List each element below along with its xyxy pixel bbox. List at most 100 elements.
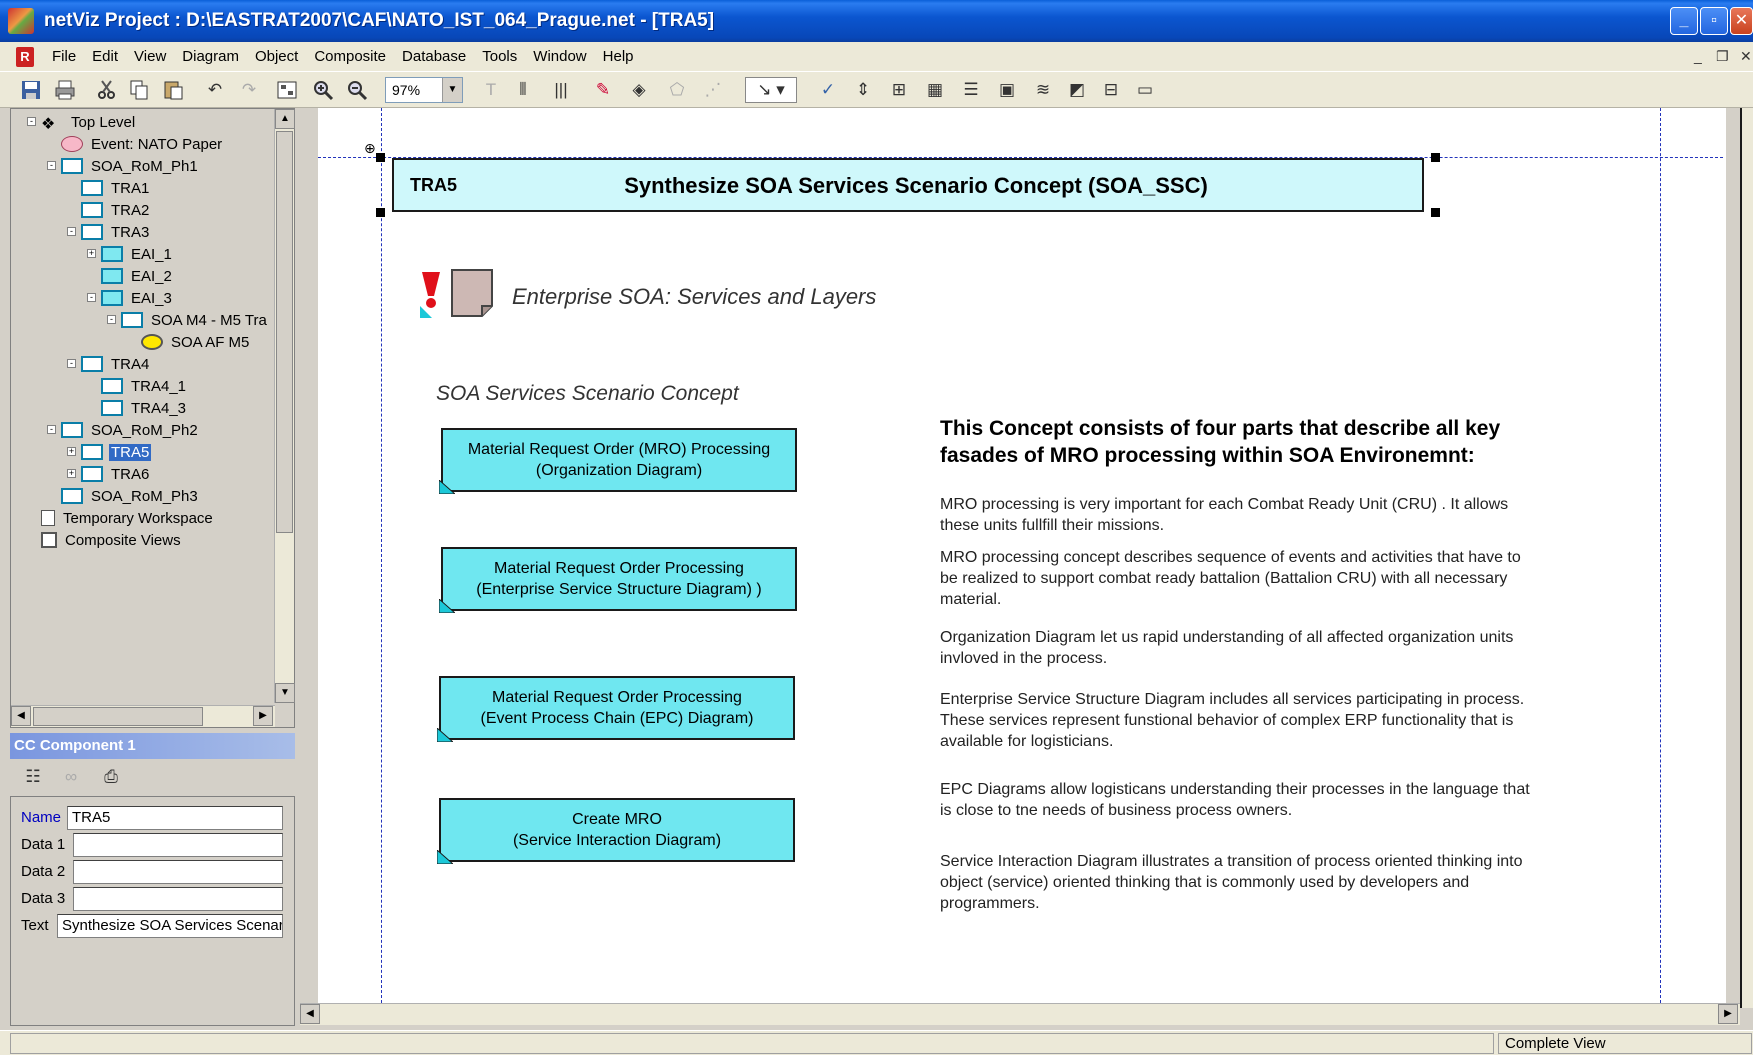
tree-item[interactable]: SOA_RoM_Ph2	[61, 419, 200, 441]
hierarchy-icon[interactable]: ⊞	[886, 77, 912, 103]
flow-icon[interactable]: ≋	[1030, 77, 1056, 103]
table-icon[interactable]: ▦	[922, 77, 948, 103]
selection-handle[interactable]	[376, 153, 385, 162]
shape-icon[interactable]: ⬠	[664, 77, 690, 103]
tree-item[interactable]: TRA5	[81, 441, 152, 463]
pointer-tool-select[interactable]: ↘ ▾	[745, 77, 797, 103]
netviz-app-icon[interactable]	[8, 8, 34, 34]
canvas-scroll-left-button[interactable]: ◀	[300, 1004, 320, 1024]
maximize-button[interactable]: ▫	[1700, 7, 1728, 35]
tree-item[interactable]: TRA2	[81, 199, 151, 221]
data3-field[interactable]	[73, 887, 283, 911]
selection-handle[interactable]	[1431, 153, 1440, 162]
tree-item[interactable]: ❖ Top Level	[41, 111, 137, 134]
print-component-icon[interactable]: ⎙	[98, 764, 124, 790]
data1-field[interactable]	[73, 833, 283, 857]
tree-item[interactable]: EAI_1	[101, 243, 174, 265]
line-color-icon[interactable]: ✎	[590, 77, 616, 103]
collapse-icon[interactable]: -	[47, 425, 56, 434]
collapse-icon[interactable]: -	[67, 359, 76, 368]
find-icon[interactable]: ∞	[58, 764, 84, 790]
diagram-header-box[interactable]: TRA5 Synthesize SOA Services Scenario Co…	[392, 158, 1424, 212]
enterprise-soa-link[interactable]: Enterprise SOA: Services and Layers	[512, 284, 876, 310]
expand-icon[interactable]: +	[67, 469, 76, 478]
collapse-icon[interactable]: -	[107, 315, 116, 324]
zoom-fit-icon[interactable]	[274, 77, 300, 103]
title-bar[interactable]: netViz Project : D:\EASTRAT2007\CAF\NATO…	[0, 0, 1753, 42]
collapse-icon[interactable]: -	[27, 117, 36, 126]
canvas-scroll-right-button[interactable]: ▶	[1718, 1004, 1738, 1024]
scroll-up-button[interactable]: ▲	[275, 109, 295, 129]
tree-hscroll-thumb[interactable]	[33, 707, 203, 726]
network-icon[interactable]: ⊟	[1098, 77, 1124, 103]
expand-icon[interactable]: +	[87, 249, 96, 258]
text-field[interactable]: Synthesize SOA Services Scenari	[57, 914, 283, 938]
minimize-button[interactable]: _	[1670, 7, 1698, 35]
tree-scroll-thumb[interactable]	[276, 131, 293, 533]
distribute-icon[interactable]: |||	[548, 77, 574, 103]
monitor-icon[interactable]: ▭	[1132, 77, 1158, 103]
menu-database[interactable]: Database	[394, 42, 474, 72]
undo-icon[interactable]: ↶	[202, 77, 228, 103]
data2-field[interactable]	[73, 860, 283, 884]
align-vertical-icon[interactable]: ⫴	[510, 77, 536, 103]
tree-item[interactable]: Composite Views	[41, 529, 183, 551]
canvas-horizontal-scrollbar[interactable]: ◀ ▶	[300, 1003, 1740, 1025]
mdi-close-button[interactable]: ✕	[1740, 48, 1752, 65]
tree-item[interactable]: TRA4	[81, 353, 151, 375]
tree-item[interactable]: SOA_RoM_Ph3	[61, 485, 200, 507]
zoom-out-icon[interactable]	[344, 77, 370, 103]
tree-item[interactable]: TRA3	[81, 221, 151, 243]
menu-view[interactable]: View	[126, 42, 174, 72]
sort-icon[interactable]: ⇕	[850, 77, 876, 103]
menu-window[interactable]: Window	[525, 42, 594, 72]
zoom-in-icon[interactable]	[310, 77, 336, 103]
image-icon[interactable]: ▣	[994, 77, 1020, 103]
tree-item[interactable]: SOA AF M5	[141, 331, 251, 353]
menu-edit[interactable]: Edit	[84, 42, 126, 72]
save-icon[interactable]	[18, 77, 44, 103]
mdi-restore-button[interactable]: ❐	[1716, 48, 1729, 65]
connector-icon[interactable]: ⋰	[700, 77, 726, 103]
scroll-down-button[interactable]: ▼	[275, 683, 295, 703]
list-icon[interactable]: ☰	[958, 77, 984, 103]
mro-epc-box[interactable]: Material Request Order Processing (Event…	[437, 676, 795, 742]
tree-vertical-scrollbar[interactable]: ▲ ▼	[274, 109, 295, 703]
redo-icon[interactable]: ↷	[236, 77, 262, 103]
tree-horizontal-scrollbar[interactable]: ◀ ▶	[11, 705, 275, 727]
expand-icon[interactable]: +	[67, 447, 76, 456]
menu-help[interactable]: Help	[595, 42, 642, 72]
collapse-icon[interactable]: -	[87, 293, 96, 302]
tree-item[interactable]: TRA1	[81, 177, 151, 199]
zoom-level-select[interactable]: 97% ▼	[385, 77, 463, 103]
close-button[interactable]: ✕	[1730, 7, 1753, 35]
menu-composite[interactable]: Composite	[306, 42, 394, 72]
tree-item[interactable]: TRA6	[81, 463, 151, 485]
tree-item[interactable]: EAI_3	[101, 287, 174, 309]
chevron-down-icon[interactable]: ▼	[442, 78, 462, 102]
tree-item[interactable]: SOA M4 - M5 Tra	[121, 309, 269, 331]
text-tool-icon[interactable]: T	[478, 77, 504, 103]
mdi-minimize-button[interactable]: _	[1694, 48, 1702, 64]
canvas-vertical-scrollbar[interactable]	[1740, 108, 1753, 1008]
document-icon[interactable]: R	[16, 47, 34, 67]
menu-object[interactable]: Object	[247, 42, 306, 72]
collapse-icon[interactable]: -	[47, 161, 56, 170]
mro-service-structure-box[interactable]: Material Request Order Processing (Enter…	[439, 547, 797, 613]
collapse-icon[interactable]: -	[67, 227, 76, 236]
tree-item[interactable]: TRA4_3	[101, 397, 188, 419]
tree-item[interactable]: EAI_2	[101, 265, 174, 287]
tree-item[interactable]: SOA_RoM_Ph1	[61, 155, 200, 177]
menu-file[interactable]: File	[44, 42, 84, 72]
selection-handle[interactable]	[376, 208, 385, 217]
validate-icon[interactable]: ✓	[815, 77, 841, 103]
tree-item[interactable]: Event: NATO Paper	[61, 133, 224, 155]
scroll-left-button[interactable]: ◀	[11, 706, 31, 726]
menu-diagram[interactable]: Diagram	[174, 42, 247, 72]
scroll-right-button[interactable]: ▶	[253, 706, 273, 726]
copy-icon[interactable]	[126, 77, 152, 103]
cut-icon[interactable]	[94, 77, 120, 103]
paste-icon[interactable]	[160, 77, 186, 103]
mro-organization-box[interactable]: Material Request Order (MRO) Processing …	[439, 428, 797, 494]
create-mro-box[interactable]: Create MRO (Service Interaction Diagram)	[437, 798, 795, 864]
